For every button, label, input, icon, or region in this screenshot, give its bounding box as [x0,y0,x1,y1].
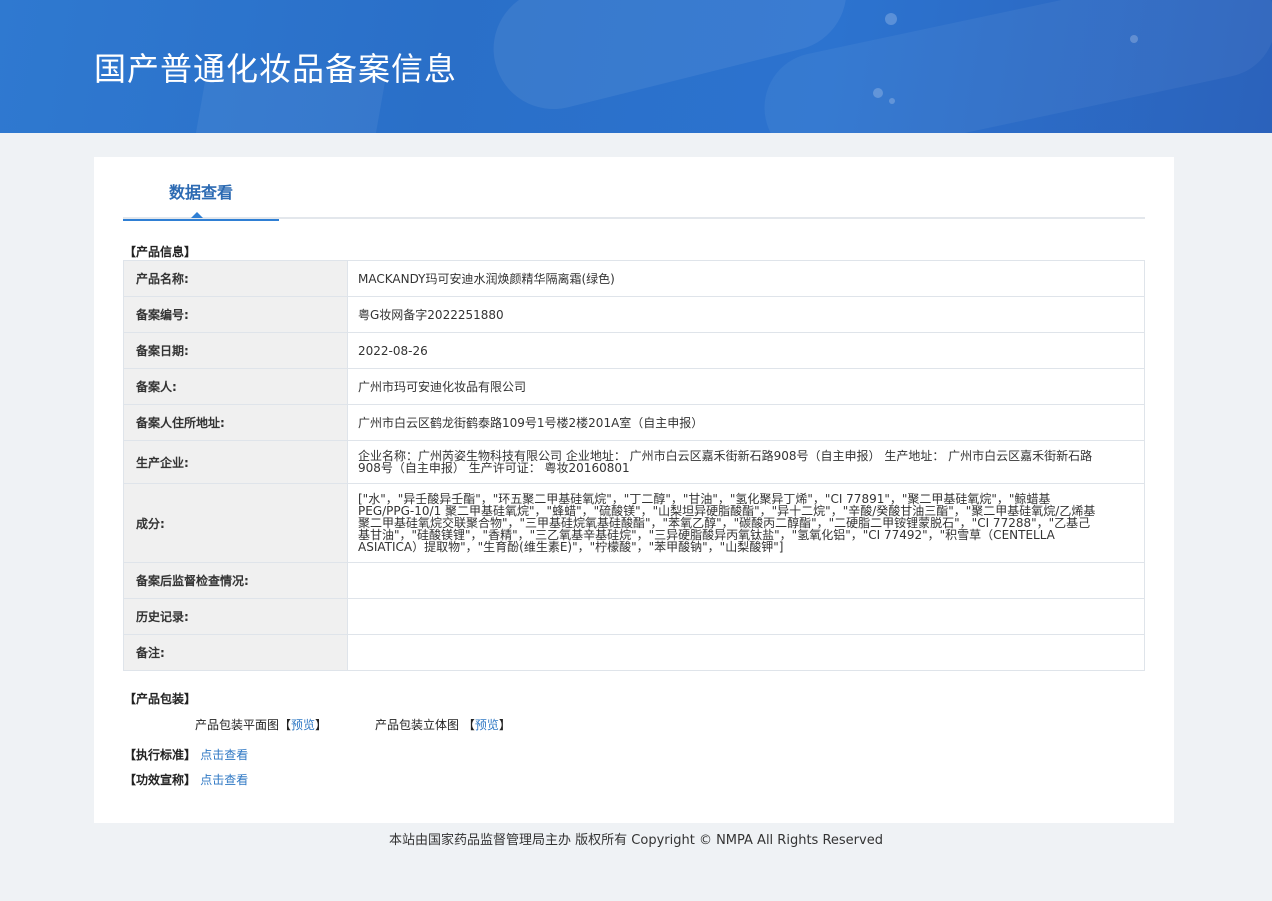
banner-dot [889,98,895,104]
preview-flat-link[interactable]: 预览 [291,718,315,732]
tab-bar: 数据查看 [123,157,1145,221]
efficacy-label: 【功效宣称】 [124,773,197,787]
row-value: 企业名称：广州芮姿生物科技有限公司 企业地址： 广州市白云区嘉禾街新石路908号… [347,440,1145,484]
packaging-stereo: 产品包装立体图 【预览】 [375,716,511,733]
row-value: 广州市玛可安迪化妆品有限公司 [347,368,1145,405]
standard-row: 【执行标准】 点击查看 [124,746,248,763]
bracket-open: 【 [279,718,292,732]
packaging-heading: 【产品包装】 [124,692,197,706]
row-value [347,634,1145,671]
row-key: 产品名称: [123,260,348,297]
table-row: 备案日期: 2022-08-26 [123,332,1145,369]
standard-label: 【执行标准】 [124,748,197,762]
row-value [347,598,1145,635]
banner-dot [885,13,897,25]
preview-stereo-link[interactable]: 预览 [475,718,499,732]
row-key: 备注: [123,634,348,671]
packaging-flat: 产品包装平面图【预览】 [195,716,327,733]
efficacy-view-link[interactable]: 点击查看 [200,773,248,787]
row-key: 备案人住所地址: [123,404,348,441]
row-value [347,562,1145,599]
table-row: 备案人: 广州市玛可安迪化妆品有限公司 [123,368,1145,405]
row-value: 粤G妆网备字2022251880 [347,296,1145,333]
table-row: 历史记录: [123,598,1145,635]
row-value: 广州市白云区鹤龙街鹤泰路109号1号楼2楼201A室（自主申报） [347,404,1145,441]
table-row: 产品名称: MACKANDY玛可安迪水润焕颜精华隔离霜(绿色) [123,260,1145,297]
table-row: 备案人住所地址: 广州市白云区鹤龙街鹤泰路109号1号楼2楼201A室（自主申报… [123,404,1145,441]
table-row: 备案后监督检查情况: [123,562,1145,599]
table-row: 生产企业: 企业名称：广州芮姿生物科技有限公司 企业地址： 广州市白云区嘉禾街新… [123,440,1145,484]
table-row: 备案编号: 粤G妆网备字2022251880 [123,296,1145,333]
product-info-heading: 【产品信息】 [124,245,197,259]
row-key: 备案日期: [123,332,348,369]
packaging-flat-label: 产品包装平面图 [195,718,280,732]
row-value: MACKANDY玛可安迪水润焕颜精华隔离霜(绿色) [347,260,1145,297]
row-key: 生产企业: [123,440,348,484]
row-key: 备案人: [123,368,348,405]
row-value: 2022-08-26 [347,332,1145,369]
product-info-table: 产品名称: MACKANDY玛可安迪水润焕颜精华隔离霜(绿色) 备案编号: 粤G… [123,260,1145,671]
banner-dot [873,88,883,98]
table-row: 备注: [123,634,1145,671]
standard-view-link[interactable]: 点击查看 [200,748,248,762]
row-value: ["水"，"异壬酸异壬酯"，"环五聚二甲基硅氧烷"，"丁二醇"，"甘油"，"氢化… [347,483,1145,563]
bracket-close: 】 [498,718,511,732]
row-key: 历史记录: [123,598,348,635]
packaging-stereo-label: 产品包装立体图 [375,718,460,732]
header-banner: 国产普通化妆品备案信息 [0,0,1272,133]
tab-data-view[interactable]: 数据查看 [123,157,279,221]
bracket-close: 】 [315,718,328,732]
bracket-open: 【 [462,718,475,732]
page-title: 国产普通化妆品备案信息 [94,50,458,88]
efficacy-row: 【功效宣称】 点击查看 [124,771,248,788]
tab-caret-icon [191,212,203,218]
footer-copyright: 本站由国家药品监督管理局主办 版权所有 Copyright © NMPA All… [389,833,883,848]
banner-dot [1130,35,1138,43]
content-card: 数据查看 【产品信息】 产品名称: MACKANDY玛可安迪水润焕颜精华隔离霜(… [94,157,1174,823]
tab-label: 数据查看 [168,183,233,202]
table-row: 成分: ["水"，"异壬酸异壬酯"，"环五聚二甲基硅氧烷"，"丁二醇"，"甘油"… [123,483,1145,563]
row-key: 备案后监督检查情况: [123,562,348,599]
row-key: 成分: [123,483,348,563]
row-key: 备案编号: [123,296,348,333]
